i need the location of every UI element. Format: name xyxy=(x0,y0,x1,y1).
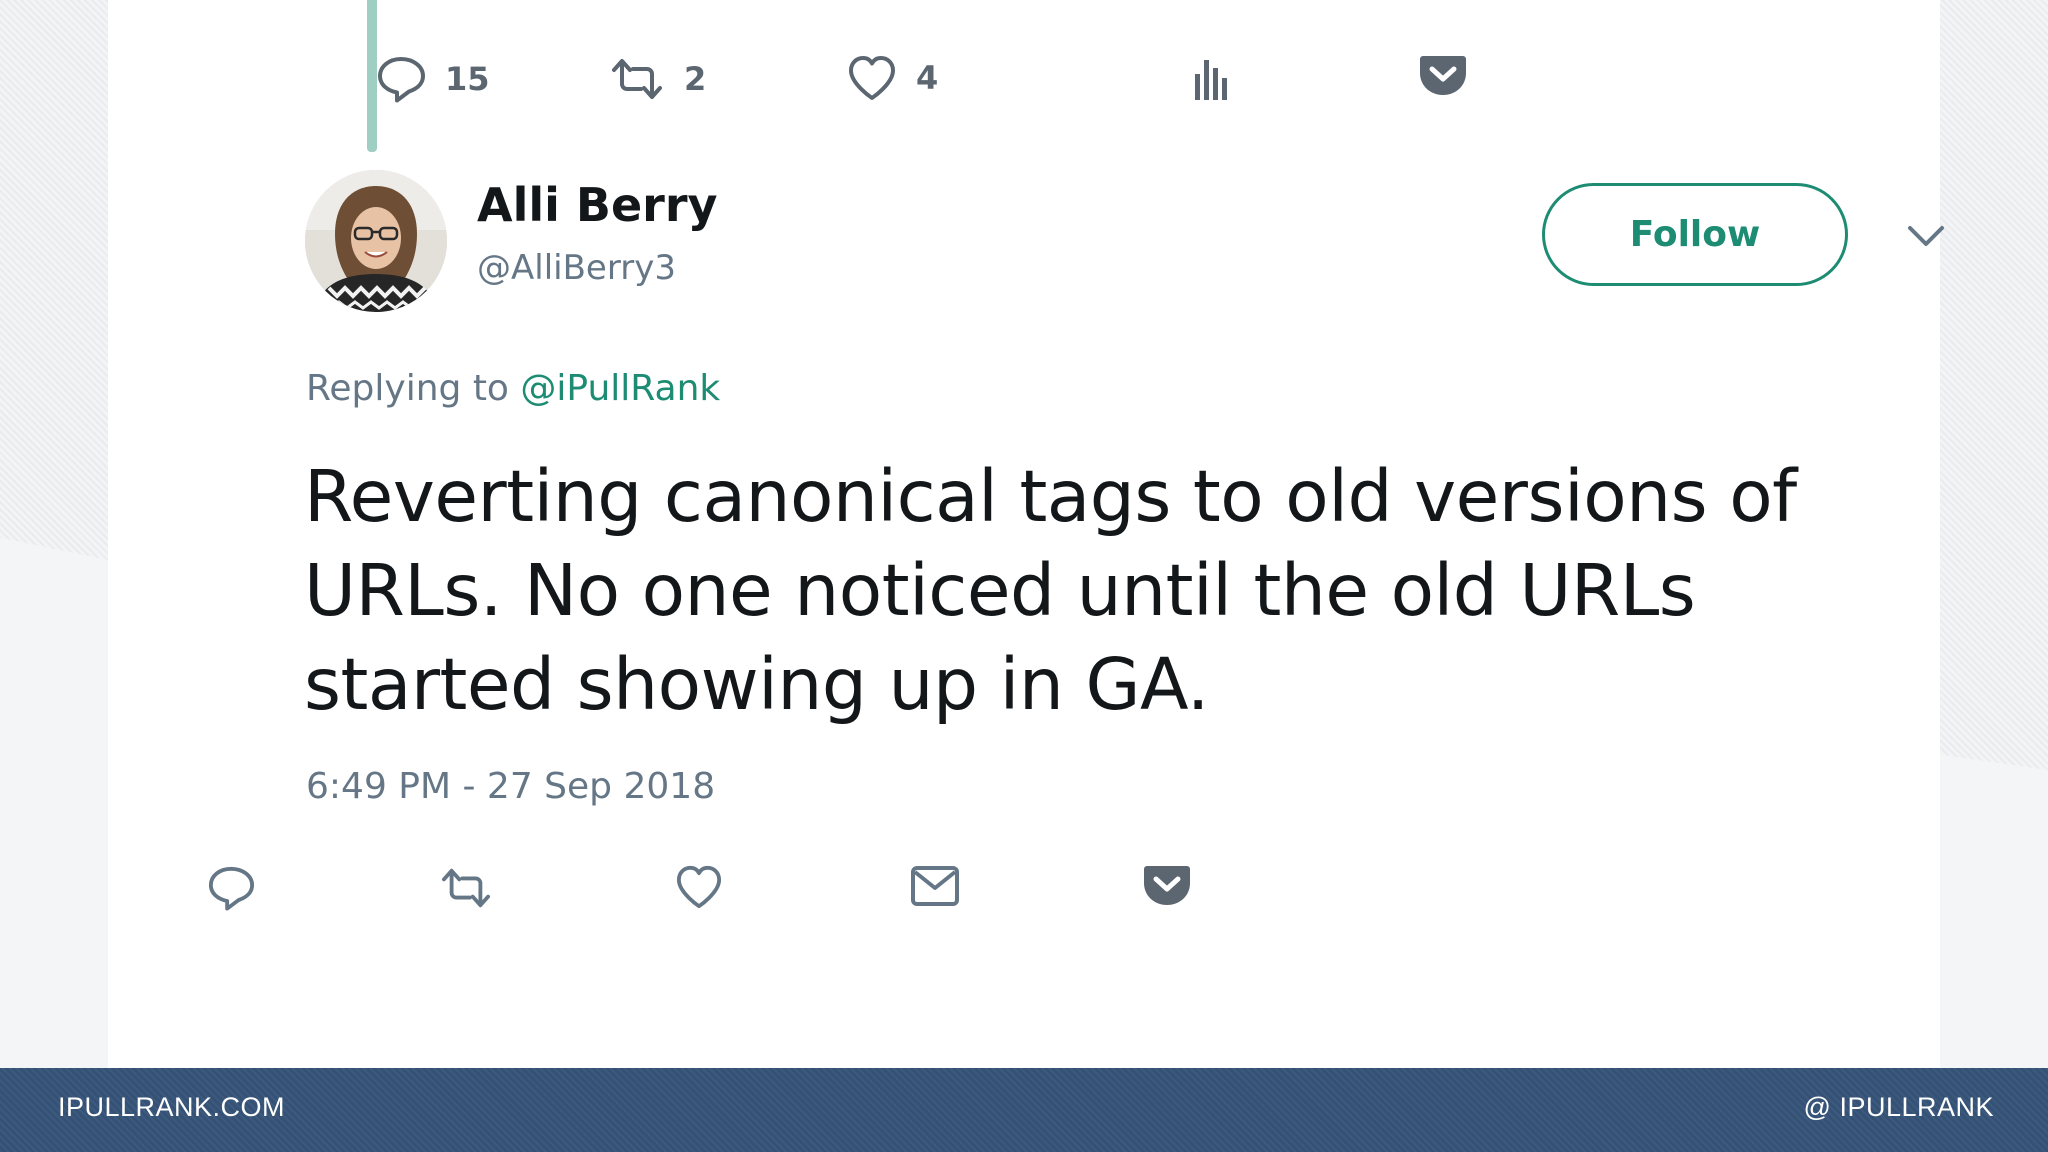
previous-like-action[interactable]: 4 xyxy=(846,54,938,102)
chevron-down-icon xyxy=(1906,226,1946,252)
reply-button[interactable] xyxy=(206,864,256,917)
pocket-icon xyxy=(1418,52,1468,98)
reply-icon xyxy=(206,866,256,916)
pocket-icon xyxy=(1142,866,1192,912)
tweet-timestamp[interactable]: 6:49 PM - 27 Sep 2018 xyxy=(306,766,715,807)
tweet-actions xyxy=(108,864,1940,924)
footer-social-handle[interactable]: @ IPULLRANK xyxy=(1804,1092,1994,1123)
previous-pocket-action[interactable] xyxy=(1418,52,1468,98)
author-name[interactable]: Alli Berry xyxy=(477,178,718,232)
author-handle[interactable]: @AlliBerry3 xyxy=(477,248,676,288)
previous-reply-action[interactable]: 15 xyxy=(375,54,490,104)
replying-prefix: Replying to xyxy=(306,368,521,409)
envelope-icon xyxy=(910,866,960,912)
like-button[interactable] xyxy=(674,864,724,915)
retweet-count: 2 xyxy=(684,60,707,98)
footer-site-link[interactable]: IPULLRANK.COM xyxy=(58,1092,285,1123)
replying-to: Replying to @iPullRank xyxy=(306,368,720,409)
like-count: 4 xyxy=(916,59,939,97)
analytics-icon xyxy=(1193,54,1231,104)
more-options-button[interactable] xyxy=(1906,224,1946,253)
previous-retweet-action[interactable]: 2 xyxy=(608,54,706,104)
avatar[interactable] xyxy=(305,170,447,312)
avatar-image xyxy=(305,170,447,312)
replying-to-handle-link[interactable]: @iPullRank xyxy=(520,368,720,409)
previous-tweet-actions: 15 2 4 xyxy=(108,54,1940,114)
follow-button[interactable]: Follow xyxy=(1542,183,1848,286)
tweet-text: Reverting canonical tags to old versions… xyxy=(304,455,1797,726)
tweet-card: 15 2 4 Alli Berry @AlliBerry3 Follow Rep… xyxy=(108,0,1944,1068)
previous-analytics-action[interactable] xyxy=(1193,54,1231,104)
heart-icon xyxy=(846,54,898,102)
reply-count: 15 xyxy=(445,60,490,98)
background-stripe-left xyxy=(0,0,108,560)
retweet-icon xyxy=(438,868,494,916)
footer-bar: IPULLRANK.COM @ IPULLRANK xyxy=(0,1068,2048,1152)
direct-message-button[interactable] xyxy=(910,864,960,913)
pocket-button[interactable] xyxy=(1142,862,1192,913)
heart-icon xyxy=(674,865,724,914)
background-stripe-right xyxy=(1940,0,2048,770)
retweet-icon xyxy=(608,54,666,104)
retweet-button[interactable] xyxy=(438,864,494,917)
reply-icon xyxy=(375,54,427,104)
